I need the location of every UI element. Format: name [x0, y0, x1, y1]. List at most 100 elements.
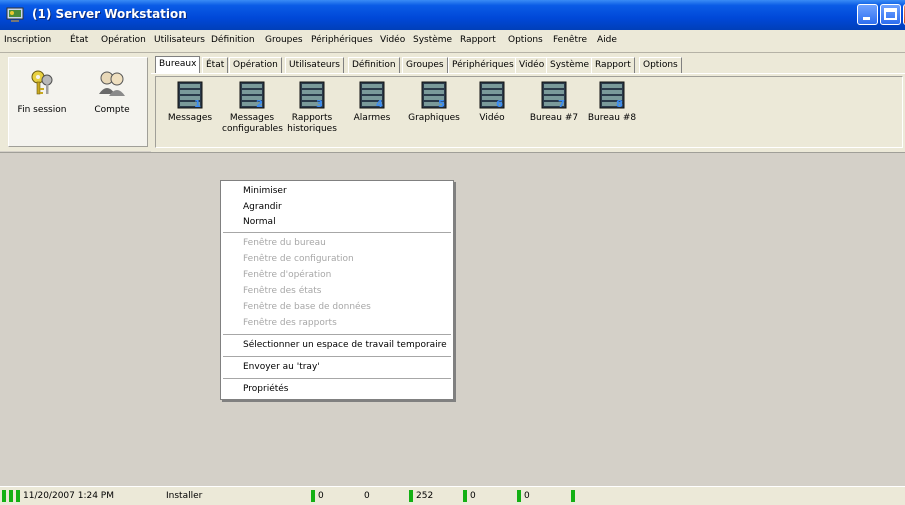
desktop-7-icon: 7	[541, 81, 567, 110]
menu-separator	[223, 232, 451, 233]
menu-item-normal[interactable]: Normal	[243, 217, 276, 227]
minimize-button[interactable]	[857, 4, 878, 25]
status-count-5: 0	[517, 489, 530, 503]
menu-utilisateurs[interactable]: Utilisateurs	[154, 35, 205, 45]
logout-button[interactable]: Fin session	[11, 68, 73, 115]
status-indicator	[311, 489, 315, 502]
status-count-1: 0	[311, 489, 324, 503]
tab-groupes[interactable]: Groupes	[402, 57, 448, 73]
status-count-3: 252	[409, 489, 433, 503]
tab-utilisateurs[interactable]: Utilisateurs	[285, 57, 344, 73]
tab-peripheriques[interactable]: Périphériques	[448, 57, 518, 73]
tab-options[interactable]: Options	[639, 57, 682, 73]
logout-label: Fin session	[17, 105, 67, 115]
desktop-video-button[interactable]: 6 Vidéo	[462, 81, 522, 123]
menu-item-config-window: Fenêtre de configuration	[243, 254, 354, 264]
tab-bureaux[interactable]: Bureaux	[155, 56, 201, 74]
count-text: 252	[416, 491, 434, 501]
status-indicator	[2, 489, 6, 502]
keys-icon	[31, 70, 53, 95]
desktop-2-icon: 2	[239, 81, 265, 110]
status-indicator	[571, 489, 575, 502]
tab-definition[interactable]: Définition	[348, 57, 400, 73]
menu-bar: Inscription État Opération Utilisateurs …	[0, 30, 905, 53]
menu-item-status-window: Fenêtre des états	[243, 286, 322, 296]
status-indicator	[9, 489, 13, 502]
status-indicator	[409, 489, 413, 502]
svg-text:7: 7	[558, 99, 565, 109]
desktop-6-icon: 6	[479, 81, 505, 110]
count-text: 0	[318, 491, 324, 501]
tab-systeme[interactable]: Système	[546, 57, 594, 73]
menu-options[interactable]: Options	[508, 35, 543, 45]
desktop-8-icon: 8	[599, 81, 625, 110]
menu-video[interactable]: Vidéo	[380, 35, 405, 45]
users-icon	[99, 71, 125, 96]
menu-item-desktop-window: Fenêtre du bureau	[243, 238, 326, 248]
desktop-5-icon: 5	[421, 81, 447, 110]
svg-text:1: 1	[194, 99, 201, 109]
menu-separator	[223, 378, 451, 379]
menu-item-database-window: Fenêtre de base de données	[243, 302, 371, 312]
tab-video[interactable]: Vidéo	[515, 57, 549, 73]
account-label: Compte	[94, 105, 130, 115]
count-text: 0	[470, 491, 476, 501]
desktop-rapports-button[interactable]: 3 Rapports historiques	[282, 81, 342, 134]
desktop-sublabel: historiques	[287, 124, 337, 134]
menu-systeme[interactable]: Système	[413, 35, 452, 45]
tab-etat[interactable]: État	[202, 57, 229, 73]
status-indicator	[16, 489, 20, 502]
svg-text:5: 5	[438, 99, 445, 109]
menu-etat[interactable]: État	[70, 35, 88, 45]
desktop-label: Bureau #8	[587, 113, 637, 123]
context-menu: Minimiser Agrandir Normal Fenêtre du bur…	[220, 180, 454, 400]
status-indicator-last	[571, 489, 578, 503]
desktop-messages-config-button[interactable]: 2 Messages configurables	[222, 81, 283, 134]
desktop-label: Alarmes	[353, 113, 391, 123]
desktop-label: Graphiques	[408, 113, 460, 123]
desktops-group: 1 Messages 2 Messages configurables 3 Ra…	[155, 76, 903, 148]
title-bar: (1) Server Workstation	[0, 0, 905, 30]
menu-peripheriques[interactable]: Périphériques	[311, 35, 373, 45]
desktop-3-icon: 3	[299, 81, 325, 110]
menu-item-send-tray[interactable]: Envoyer au 'tray'	[243, 362, 320, 372]
menu-item-maximize[interactable]: Agrandir	[243, 202, 282, 212]
menu-item-minimize[interactable]: Minimiser	[243, 186, 287, 196]
count-text: 0	[524, 491, 530, 501]
menu-definition[interactable]: Définition	[211, 35, 255, 45]
desktop-messages-button[interactable]: 1 Messages	[160, 81, 220, 123]
menu-item-properties[interactable]: Propriétés	[243, 384, 288, 394]
desktop-graphiques-button[interactable]: 5 Graphiques	[404, 81, 464, 123]
menu-separator	[223, 356, 451, 357]
desktop-alarmes-button[interactable]: 4 Alarmes	[342, 81, 402, 123]
status-count-2: 0	[364, 489, 370, 503]
maximize-button[interactable]	[880, 4, 901, 25]
session-panel: Fin session Compte	[8, 57, 148, 147]
desktop-bureau7-button[interactable]: 7 Bureau #7	[524, 81, 584, 123]
desktop-bureau8-button[interactable]: 8 Bureau #8	[582, 81, 642, 123]
menu-aide[interactable]: Aide	[597, 35, 617, 45]
server-workstation-icon	[6, 7, 24, 22]
count-text: 0	[364, 491, 370, 501]
status-datetime: 11/20/2007 1:24 PM	[2, 489, 114, 503]
toolbar: Fin session Compte Bureaux État Opératio…	[0, 53, 905, 152]
tab-operation[interactable]: Opération	[229, 57, 282, 73]
desktop-label: Vidéo	[479, 113, 505, 123]
menu-inscription[interactable]: Inscription	[4, 35, 51, 45]
status-user: Installer	[166, 491, 203, 501]
account-button[interactable]: Compte	[81, 68, 143, 115]
status-indicator	[463, 489, 467, 502]
menu-rapport[interactable]: Rapport	[460, 35, 496, 45]
svg-text:3: 3	[316, 99, 323, 109]
menu-groupes[interactable]: Groupes	[265, 35, 303, 45]
status-count-4: 0	[463, 489, 476, 503]
svg-text:8: 8	[616, 99, 623, 109]
tab-rapport[interactable]: Rapport	[591, 57, 635, 73]
menu-fenetre[interactable]: Fenêtre	[553, 35, 587, 45]
menu-item-select-workspace[interactable]: Sélectionner un espace de travail tempor…	[243, 340, 447, 350]
menu-operation[interactable]: Opération	[101, 35, 146, 45]
desktop-1-icon: 1	[177, 81, 203, 110]
menu-item-reports-window: Fenêtre des rapports	[243, 318, 337, 328]
minimize-icon	[863, 17, 870, 20]
menu-item-operation-window: Fenêtre d'opération	[243, 270, 332, 280]
